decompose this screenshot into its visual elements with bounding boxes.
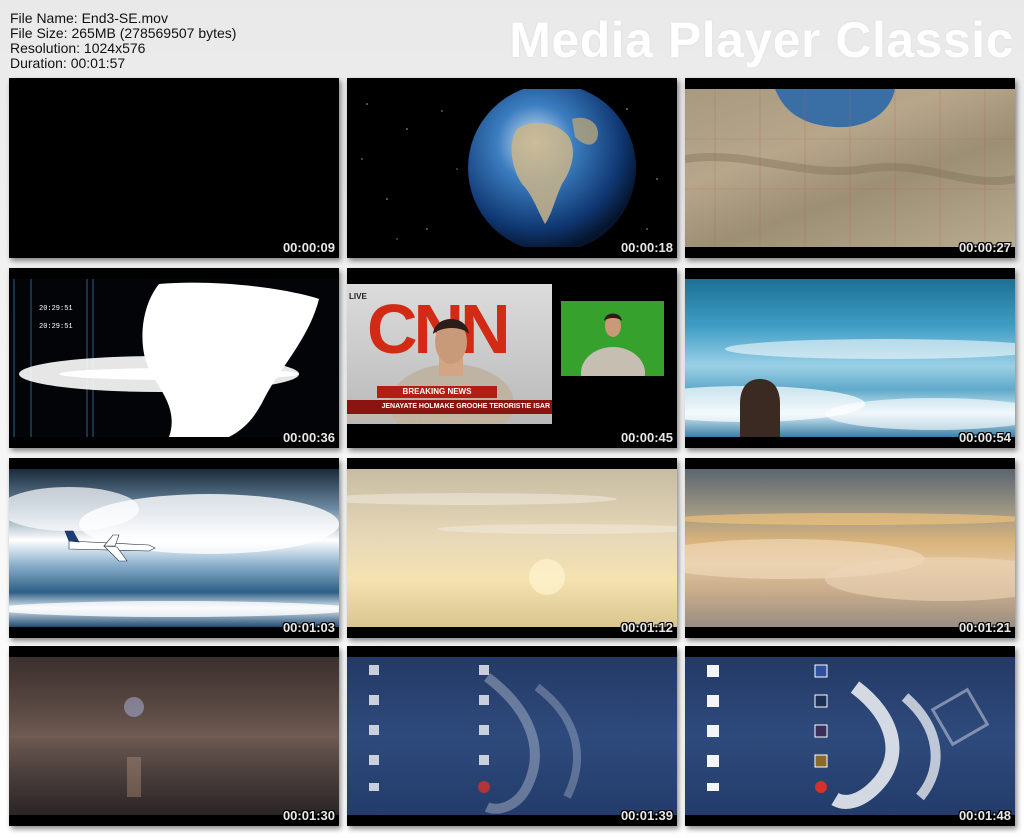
timestamp: 00:01:12 bbox=[620, 620, 673, 635]
frame-earth bbox=[347, 89, 677, 247]
sea-image bbox=[9, 697, 339, 797]
frame-sea bbox=[9, 657, 339, 815]
thumbnail[interactable]: 00:01:12 bbox=[347, 458, 677, 638]
frame-map bbox=[685, 89, 1015, 247]
file-size: File Size: 265MB (278569507 bytes) bbox=[10, 25, 237, 41]
thumbnail[interactable]: 00:01:48 bbox=[685, 646, 1015, 826]
timestamp: 00:00:54 bbox=[958, 430, 1011, 445]
menu-image bbox=[707, 664, 990, 809]
thumbnail[interactable]: 00:00:27 bbox=[685, 78, 1015, 258]
timestamp: 00:01:39 bbox=[620, 808, 673, 823]
file-duration: Duration: 00:01:57 bbox=[10, 55, 126, 71]
green-screen-inset bbox=[561, 301, 664, 376]
news-panel: CNN LIVE BREAKING NEWS JENAYATE HOLMAKE … bbox=[347, 284, 552, 424]
frame-black bbox=[9, 89, 339, 247]
news-ticker: Amalyate Teroristie goroh Isar dar manat… bbox=[347, 416, 511, 422]
headline-bar: JENAYATE HOLMAKE GROOHE TERORISTIE ISAR bbox=[347, 400, 552, 414]
frame-sunset bbox=[347, 469, 677, 627]
sunset-image bbox=[347, 493, 677, 595]
timestamp: 00:00:09 bbox=[282, 240, 335, 255]
africa-image bbox=[13, 279, 319, 437]
timestamp: 00:00:27 bbox=[958, 240, 1011, 255]
frame-clouds bbox=[685, 469, 1015, 627]
frame-sky bbox=[685, 279, 1015, 437]
sky-image bbox=[685, 339, 1015, 437]
menu-image bbox=[369, 665, 581, 814]
timestamp: 00:01:30 bbox=[282, 808, 335, 823]
frame-menu bbox=[347, 657, 677, 815]
thumbnail[interactable]: 00:01:21 bbox=[685, 458, 1015, 638]
breaking-banner: BREAKING NEWS bbox=[377, 386, 497, 398]
thumbnail[interactable]: 00:01:30 bbox=[9, 646, 339, 826]
timestamp: 00:01:21 bbox=[958, 620, 1011, 635]
earth-image bbox=[361, 89, 658, 247]
frame-plane bbox=[9, 469, 339, 627]
clock-readout: 20:29:51 bbox=[39, 323, 73, 331]
thumbnail[interactable]: 20:29:51 20:29:51 00:00:36 bbox=[9, 268, 339, 448]
file-name: File Name: End3-SE.mov bbox=[10, 10, 168, 26]
clock-readout: 20:29:51 bbox=[39, 305, 73, 313]
file-info: File Name: End3-SE.mov File Size: 265MB … bbox=[10, 11, 236, 71]
timestamp: 00:01:03 bbox=[282, 620, 335, 635]
timestamp: 00:00:36 bbox=[282, 430, 335, 445]
timestamp: 00:01:48 bbox=[958, 808, 1011, 823]
map-image bbox=[685, 89, 1015, 247]
inset-figure bbox=[581, 313, 645, 376]
file-resolution: Resolution: 1024x576 bbox=[10, 40, 146, 56]
thumbnail[interactable]: 00:00:54 bbox=[685, 268, 1015, 448]
clouds-image bbox=[685, 513, 1015, 601]
timestamp: 00:00:45 bbox=[620, 430, 673, 445]
thumbnail[interactable]: 00:01:39 bbox=[347, 646, 677, 826]
plane-image bbox=[9, 487, 339, 617]
frame-news: CNN LIVE BREAKING NEWS JENAYATE HOLMAKE … bbox=[347, 279, 677, 437]
frame-africa: 20:29:51 20:29:51 bbox=[9, 279, 339, 437]
thumbnail[interactable]: 00:01:03 bbox=[9, 458, 339, 638]
thumbnail-grid: 00:00:09 00:00:18 00:00:27 20:29:51 20:2… bbox=[9, 78, 1015, 830]
brand-title: Media Player Classic bbox=[509, 12, 1014, 68]
timestamp: 00:00:18 bbox=[620, 240, 673, 255]
thumbnail[interactable]: CNN LIVE BREAKING NEWS JENAYATE HOLMAKE … bbox=[347, 268, 677, 448]
thumbnail[interactable]: 00:00:09 bbox=[9, 78, 339, 258]
frame-menu bbox=[685, 657, 1015, 815]
thumbnail[interactable]: 00:00:18 bbox=[347, 78, 677, 258]
